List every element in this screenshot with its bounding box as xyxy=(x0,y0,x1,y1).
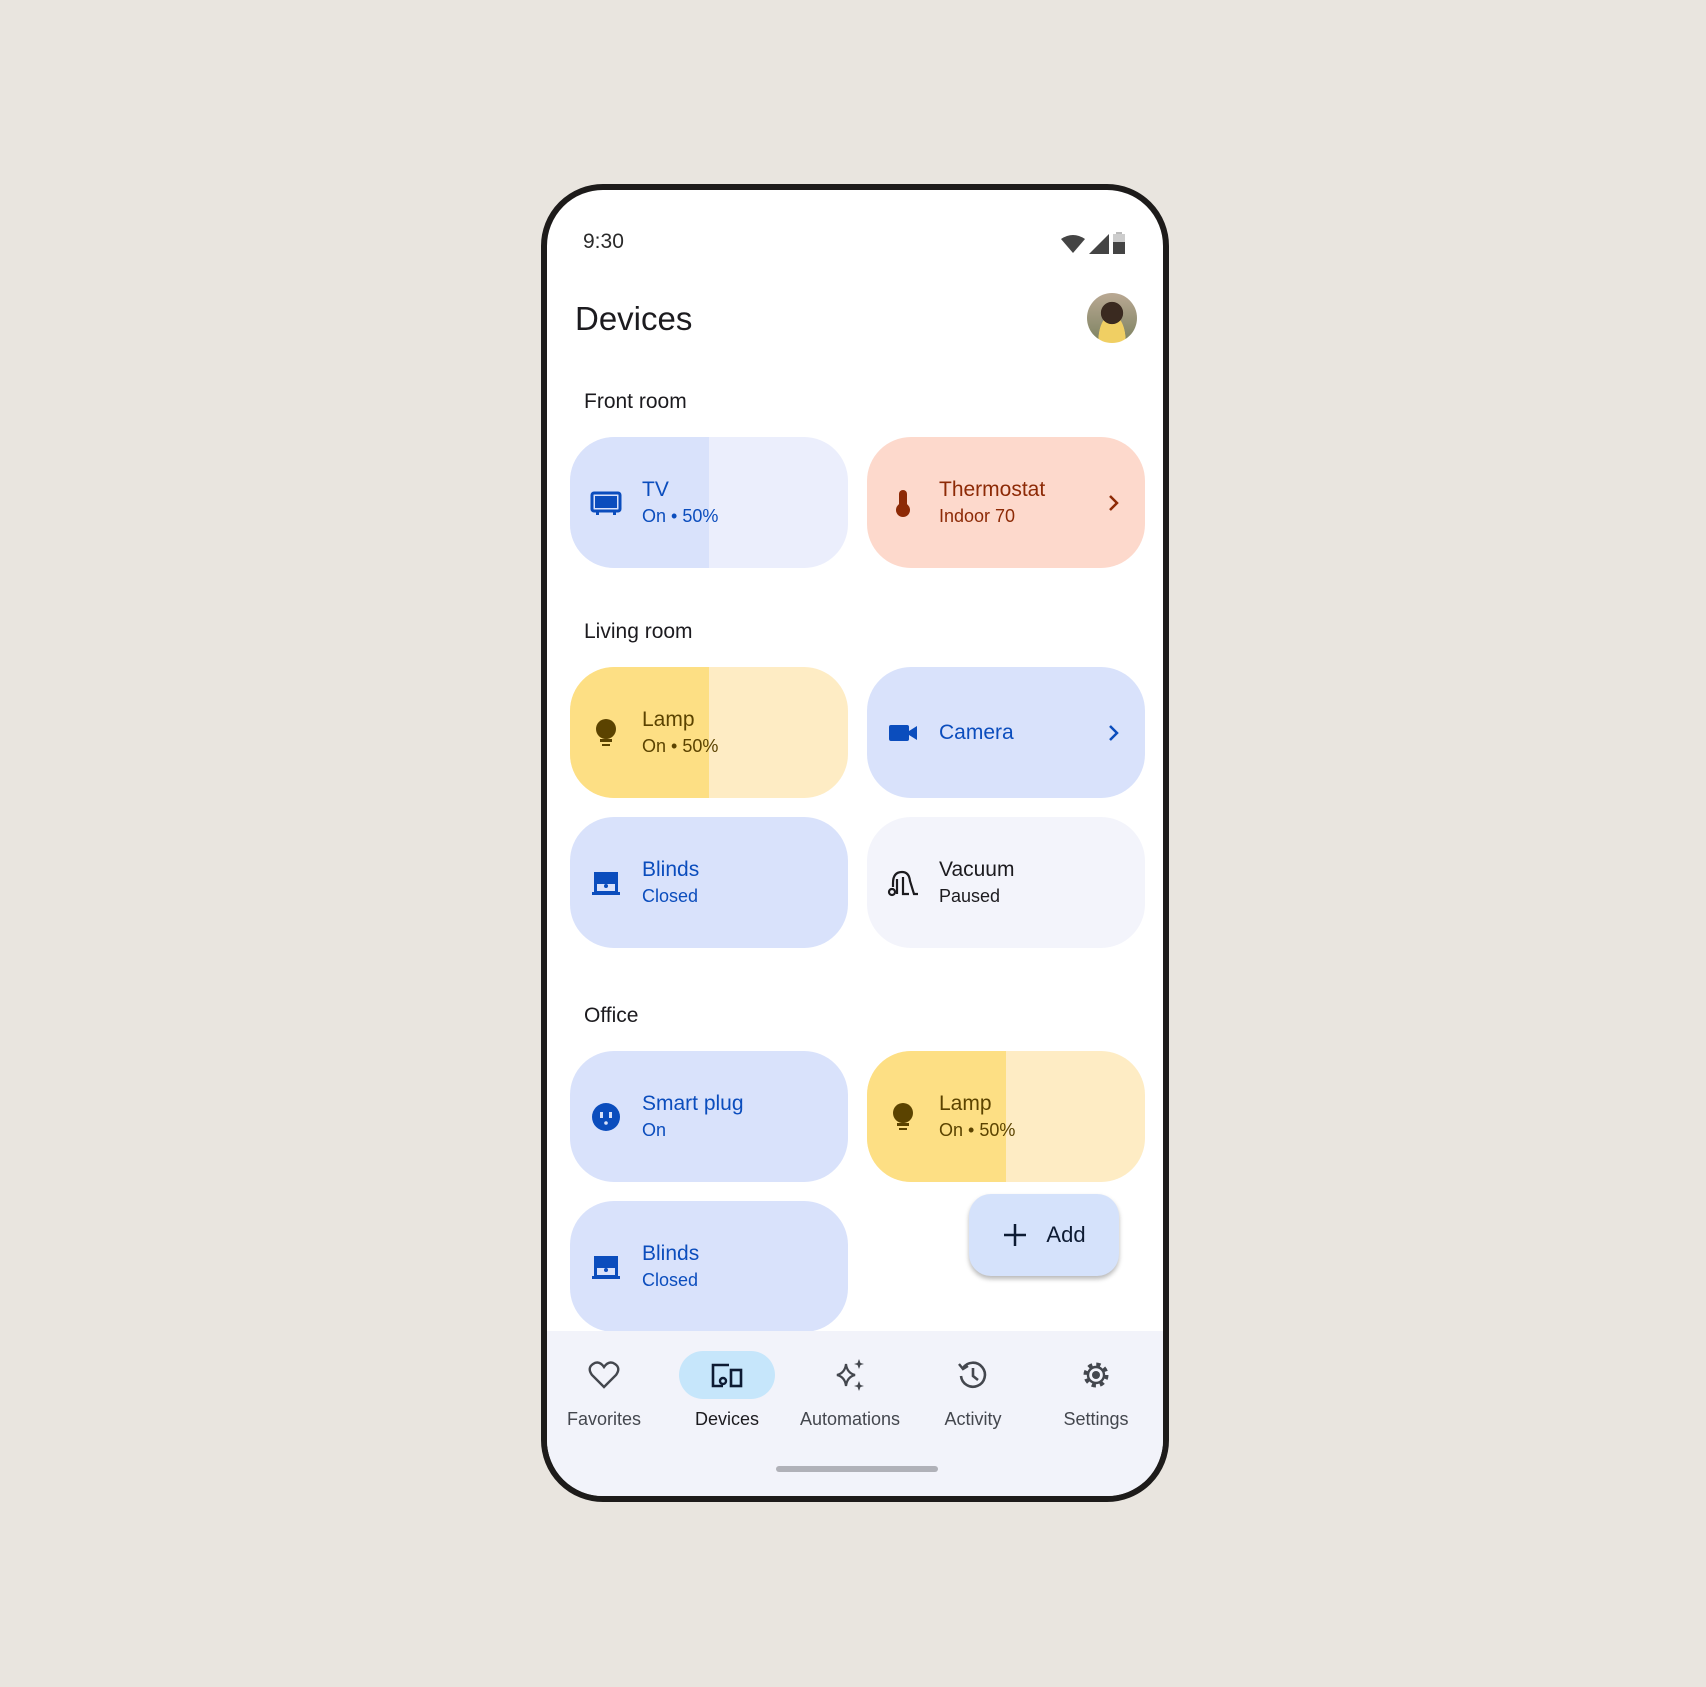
thermostat-icon xyxy=(896,489,910,517)
nav-label: Devices xyxy=(694,1409,760,1429)
lightbulb-icon xyxy=(596,718,616,746)
avatar[interactable] xyxy=(1087,293,1137,343)
device-status: On • 50% xyxy=(642,735,719,756)
device-status: Indoor 70 xyxy=(939,505,1016,526)
device-status: On • 50% xyxy=(939,1119,1016,1140)
blinds-icon xyxy=(592,871,620,895)
device-status: Closed xyxy=(642,1269,699,1290)
section-label-office: Office xyxy=(584,1004,639,1027)
battery-icon xyxy=(1113,232,1125,254)
nav-item-activity[interactable]: Activity xyxy=(912,1351,1034,1430)
blinds-icon xyxy=(592,1255,620,1279)
nav-item-devices[interactable]: Devices xyxy=(666,1351,788,1430)
section-label-living-room: Living room xyxy=(584,620,693,643)
lightbulb-icon xyxy=(893,1102,913,1130)
device-name: Blinds xyxy=(642,857,700,881)
device-name: Lamp xyxy=(642,707,695,731)
outlet-icon xyxy=(592,1102,620,1131)
nav-label: Activity xyxy=(944,1409,1002,1429)
device-name: Lamp xyxy=(939,1091,992,1115)
device-name: Blinds xyxy=(642,1241,700,1265)
nav-item-settings[interactable]: Settings xyxy=(1035,1351,1157,1430)
device-status: Closed xyxy=(642,885,699,906)
devices-icon xyxy=(711,1363,743,1388)
wifi-icon xyxy=(1061,235,1085,253)
device-card-blinds[interactable]: Blinds Closed xyxy=(570,1201,848,1332)
status-bar: 9:30 xyxy=(547,190,1163,270)
page-title: Devices xyxy=(575,300,693,337)
home-indicator[interactable] xyxy=(776,1466,938,1472)
status-time: 9:30 xyxy=(583,230,624,253)
sparkle-icon xyxy=(836,1359,864,1391)
device-name: Vacuum xyxy=(939,857,1015,881)
add-button[interactable]: Add xyxy=(969,1194,1119,1276)
section-label-front-room: Front room xyxy=(584,390,687,413)
device-name: Camera xyxy=(939,720,1014,744)
device-status: Paused xyxy=(939,885,1001,906)
vacuum-icon xyxy=(887,870,918,896)
nav-label: Settings xyxy=(1063,1409,1129,1429)
history-icon xyxy=(958,1361,987,1389)
device-card-thermostat[interactable]: Thermostat Indoor 70 xyxy=(867,437,1145,568)
device-card-blinds[interactable]: Blinds Closed xyxy=(570,817,848,948)
plus-icon xyxy=(1004,1224,1027,1246)
device-status: On xyxy=(642,1119,667,1140)
device-name: Thermostat xyxy=(939,477,1046,501)
nav-item-automations[interactable]: Automations xyxy=(789,1351,911,1430)
device-name: TV xyxy=(642,477,669,501)
device-card-smart-plug[interactable]: Smart plug On xyxy=(570,1051,848,1182)
device-status: On • 50% xyxy=(642,505,719,526)
chevron-right-icon xyxy=(1109,494,1119,511)
nav-item-favorites[interactable]: Favorites xyxy=(547,1351,665,1430)
add-button-label: Add xyxy=(1046,1222,1086,1247)
nav-label: Favorites xyxy=(566,1409,642,1429)
signal-icon xyxy=(1089,234,1109,254)
gear-icon xyxy=(1083,1362,1109,1388)
chevron-right-icon xyxy=(1109,724,1119,741)
heart-icon xyxy=(588,1361,620,1389)
tv-icon xyxy=(590,491,622,515)
bottom-navigation: Favorites Devices Automations Activity S… xyxy=(547,1331,1163,1496)
nav-label: Automations xyxy=(799,1409,901,1429)
device-card-lamp[interactable]: Lamp On • 50% xyxy=(867,1051,1145,1182)
phone-frame: 9:30 Devices Front room TV On • 50% Therm… xyxy=(541,184,1169,1502)
device-name: Smart plug xyxy=(642,1091,744,1115)
device-card-vacuum[interactable]: Vacuum Paused xyxy=(867,817,1145,948)
videocam-icon xyxy=(889,724,917,741)
device-card-camera[interactable]: Camera xyxy=(867,667,1145,798)
device-card-tv[interactable]: TV On • 50% xyxy=(570,437,848,568)
device-card-lamp[interactable]: Lamp On • 50% xyxy=(570,667,848,798)
